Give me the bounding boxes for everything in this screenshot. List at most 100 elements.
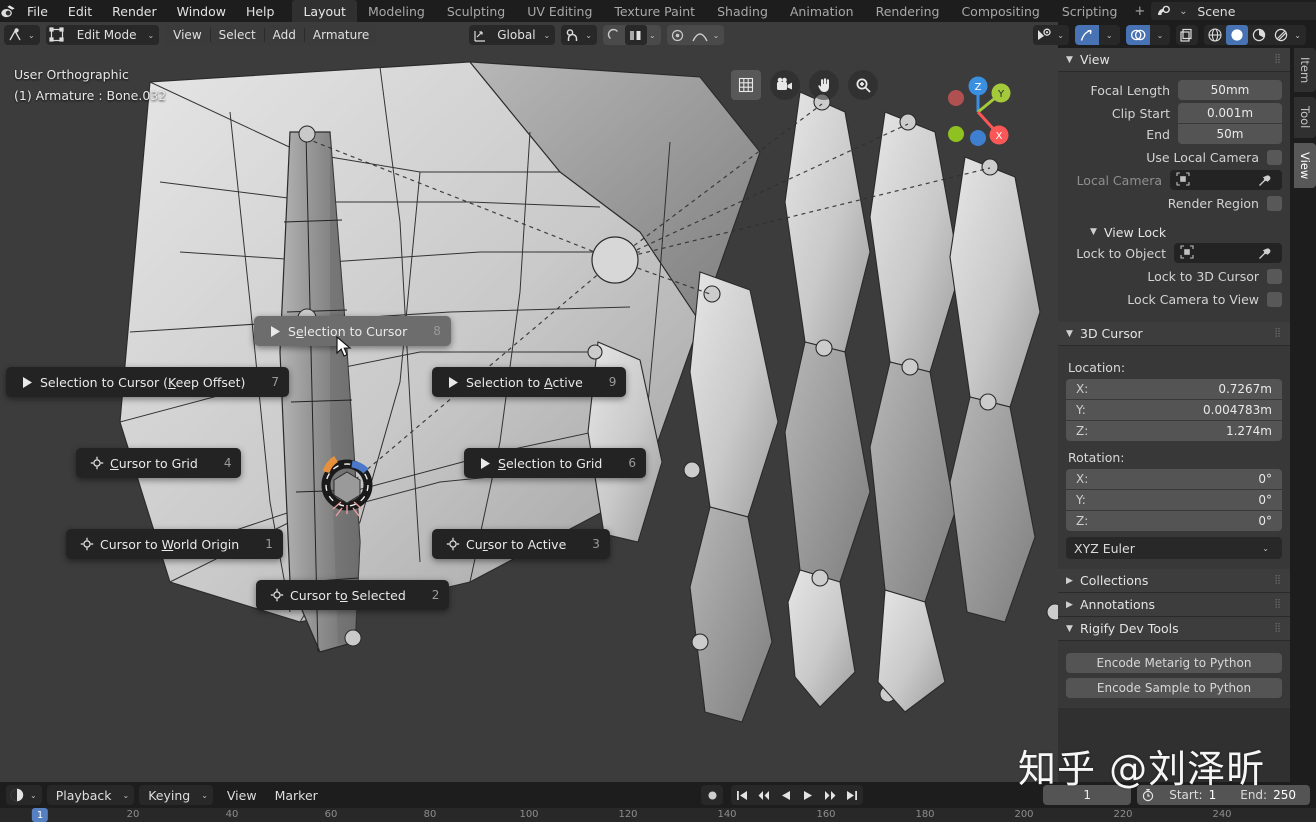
workspace-tab-layout[interactable]: Layout bbox=[292, 0, 357, 22]
workspace-tab-texture-paint[interactable]: Texture Paint bbox=[603, 0, 706, 22]
shading-material-preview-icon[interactable] bbox=[1248, 25, 1270, 45]
pie-item-selection-to-grid[interactable]: Selection to Grid 6 bbox=[464, 448, 646, 478]
chevron-down-icon[interactable]: ⌄ bbox=[711, 31, 725, 40]
sidebar-tab-tool[interactable]: Tool bbox=[1294, 97, 1316, 138]
workspace-tab-sculpting[interactable]: Sculpting bbox=[436, 0, 516, 22]
encode-metarig-button[interactable]: Encode Metarig to Python bbox=[1066, 653, 1282, 673]
jump-to-start-icon[interactable] bbox=[731, 785, 754, 805]
rotation-mode-dropdown[interactable]: XYZ Euler ⌄ bbox=[1066, 537, 1282, 559]
cursor-rotation-x-field[interactable]: X: 0° bbox=[1066, 469, 1282, 489]
panel-header-rigify-dev-tools[interactable]: ▼ Rigify Dev Tools ⣿ bbox=[1058, 617, 1290, 641]
chevron-down-icon[interactable]: ⌄ bbox=[199, 791, 213, 800]
end-frame-value[interactable]: 250 bbox=[1273, 788, 1310, 802]
mode-label[interactable]: Edit Mode bbox=[68, 25, 146, 45]
chevron-down-icon[interactable]: ⌄ bbox=[647, 31, 661, 40]
cursor-rotation-y-field[interactable]: Y: 0° bbox=[1066, 490, 1282, 510]
cursor-location-y-field[interactable]: Y: 0.004783m bbox=[1066, 400, 1282, 420]
editor-type-selector[interactable]: ⌄ bbox=[4, 25, 40, 45]
menu-edit[interactable]: Edit bbox=[58, 0, 102, 22]
visibility-icon[interactable] bbox=[1033, 25, 1055, 45]
drag-grip-icon[interactable]: ⣿ bbox=[1266, 600, 1282, 609]
workspace-tab-modeling[interactable]: Modeling bbox=[357, 0, 436, 22]
eyedropper-icon[interactable] bbox=[1254, 243, 1276, 263]
chevron-down-icon[interactable]: ⌄ bbox=[542, 31, 556, 40]
pie-item-cursor-to-grid[interactable]: Cursor to Grid 4 bbox=[76, 448, 242, 478]
mirror-icon[interactable] bbox=[624, 25, 647, 45]
workspace-tab-rendering[interactable]: Rendering bbox=[865, 0, 951, 22]
chevron-down-icon[interactable]: ⌄ bbox=[145, 31, 159, 40]
timeline-editor-type[interactable]: ⌄ bbox=[6, 785, 42, 805]
timeline-ruler[interactable]: 20 40 60 80 100 120 140 160 180 200 220 … bbox=[0, 808, 1316, 822]
timeline-menu-keying[interactable]: Keying bbox=[139, 785, 199, 805]
keying-menu[interactable]: Keying ⌄ bbox=[139, 785, 213, 805]
drag-grip-icon[interactable]: ⣿ bbox=[1266, 576, 1282, 585]
drag-grip-icon[interactable]: ⣿ bbox=[1266, 55, 1282, 64]
overlay-controls[interactable]: ⌄ bbox=[1125, 25, 1171, 45]
pie-item-cursor-to-selected[interactable]: Cursor to Selected 2 bbox=[256, 580, 450, 610]
gizmo-controls[interactable]: ⌄ bbox=[1074, 25, 1120, 45]
proportional-falloff-dot-icon[interactable] bbox=[667, 25, 689, 45]
timeline-menu-playback[interactable]: Playback bbox=[47, 785, 121, 805]
panel-header-annotations[interactable]: ▶ Annotations ⣿ bbox=[1058, 593, 1290, 617]
zoom-magnifier-icon[interactable] bbox=[848, 70, 878, 100]
render-region-checkbox[interactable] bbox=[1267, 195, 1282, 211]
pie-item-selection-to-active[interactable]: Selection to Active 9 bbox=[432, 367, 627, 397]
chevron-down-icon[interactable]: ⌄ bbox=[1055, 31, 1069, 40]
shading-mode-selector[interactable]: ⌄ bbox=[1204, 25, 1306, 45]
pie-item-cursor-to-world-origin[interactable]: Cursor to World Origin 1 bbox=[66, 529, 283, 559]
prev-keyframe-icon[interactable] bbox=[753, 785, 776, 805]
shading-wireframe-icon[interactable] bbox=[1204, 25, 1226, 45]
timeline-menu-view[interactable]: View bbox=[218, 785, 266, 805]
drag-grip-icon[interactable]: ⣿ bbox=[1266, 329, 1282, 338]
shading-rendered-icon[interactable] bbox=[1270, 25, 1292, 45]
viewport-menu-select[interactable]: Select bbox=[211, 25, 264, 45]
viewport-nav-buttons[interactable] bbox=[731, 70, 878, 100]
lock-to-3d-cursor-checkbox[interactable] bbox=[1267, 268, 1282, 284]
magnet-icon[interactable] bbox=[561, 25, 583, 45]
cursor-location-x-field[interactable]: X: 0.7267m bbox=[1066, 379, 1282, 399]
clip-start-field[interactable]: 0.001m bbox=[1178, 102, 1282, 123]
menu-render[interactable]: Render bbox=[102, 0, 167, 22]
clip-end-field[interactable]: 50m bbox=[1178, 124, 1282, 144]
mode-selector[interactable]: Edit Mode ⌄ bbox=[45, 25, 160, 45]
axis-navigation-gizmo[interactable]: Z Y X bbox=[938, 72, 1018, 152]
lock-camera-to-view-checkbox[interactable] bbox=[1267, 291, 1282, 307]
menu-help[interactable]: Help bbox=[236, 0, 285, 22]
shading-solid-icon[interactable] bbox=[1226, 25, 1249, 45]
pie-item-cursor-to-active[interactable]: Cursor to Active 3 bbox=[432, 529, 610, 559]
add-workspace-button[interactable]: + bbox=[1128, 4, 1151, 19]
chevron-down-icon[interactable]: ⌄ bbox=[26, 31, 40, 40]
scene-selector[interactable]: ⌄ Scene bbox=[1151, 2, 1316, 20]
play-icon[interactable] bbox=[797, 785, 820, 805]
lock-to-object-field[interactable] bbox=[1174, 243, 1282, 263]
chevron-down-icon[interactable]: ⌄ bbox=[28, 791, 42, 800]
chevron-down-icon[interactable]: ⌄ bbox=[583, 31, 597, 40]
timeline-playhead[interactable]: 1 bbox=[31, 808, 49, 822]
panel-header-view[interactable]: ▼ View ⣿ bbox=[1058, 48, 1290, 72]
focal-length-field[interactable]: 50mm bbox=[1178, 80, 1282, 100]
cursor-rotation-z-field[interactable]: Z: 0° bbox=[1066, 511, 1282, 531]
transform-orientation-selector[interactable]: Global ⌄ bbox=[469, 25, 556, 45]
blender-logo-icon[interactable] bbox=[0, 0, 17, 22]
local-camera-field[interactable] bbox=[1170, 170, 1282, 190]
workspace-tab-animation[interactable]: Animation bbox=[779, 0, 865, 22]
camera-view-icon[interactable] bbox=[770, 70, 800, 100]
menu-file[interactable]: File bbox=[17, 0, 58, 22]
chevron-down-icon[interactable]: ⌄ bbox=[1099, 31, 1120, 40]
grid-toggle-icon[interactable] bbox=[731, 70, 761, 100]
panel-header-3d-cursor[interactable]: ▼ 3D Cursor ⣿ bbox=[1058, 322, 1290, 346]
workspace-tab-scripting[interactable]: Scripting bbox=[1051, 0, 1129, 22]
falloff-curve-icon[interactable] bbox=[689, 25, 711, 45]
chevron-down-icon[interactable]: ⌄ bbox=[1175, 2, 1191, 20]
menu-window[interactable]: Window bbox=[167, 0, 236, 22]
xray-icon[interactable] bbox=[1176, 25, 1198, 45]
proportional-falloff-controls[interactable]: ⌄ bbox=[666, 25, 725, 45]
play-reverse-icon[interactable] bbox=[775, 785, 798, 805]
next-keyframe-icon[interactable] bbox=[819, 785, 842, 805]
workspace-tab-compositing[interactable]: Compositing bbox=[950, 0, 1050, 22]
3d-viewport[interactable]: User Orthographic (1) Armature : Bone.03… bbox=[0, 22, 1058, 782]
overlays-icon[interactable] bbox=[1125, 25, 1150, 45]
viewport-menu-view[interactable]: View bbox=[165, 25, 209, 45]
eyedropper-icon[interactable] bbox=[1254, 170, 1276, 190]
workspace-tab-uv-editing[interactable]: UV Editing bbox=[516, 0, 603, 22]
